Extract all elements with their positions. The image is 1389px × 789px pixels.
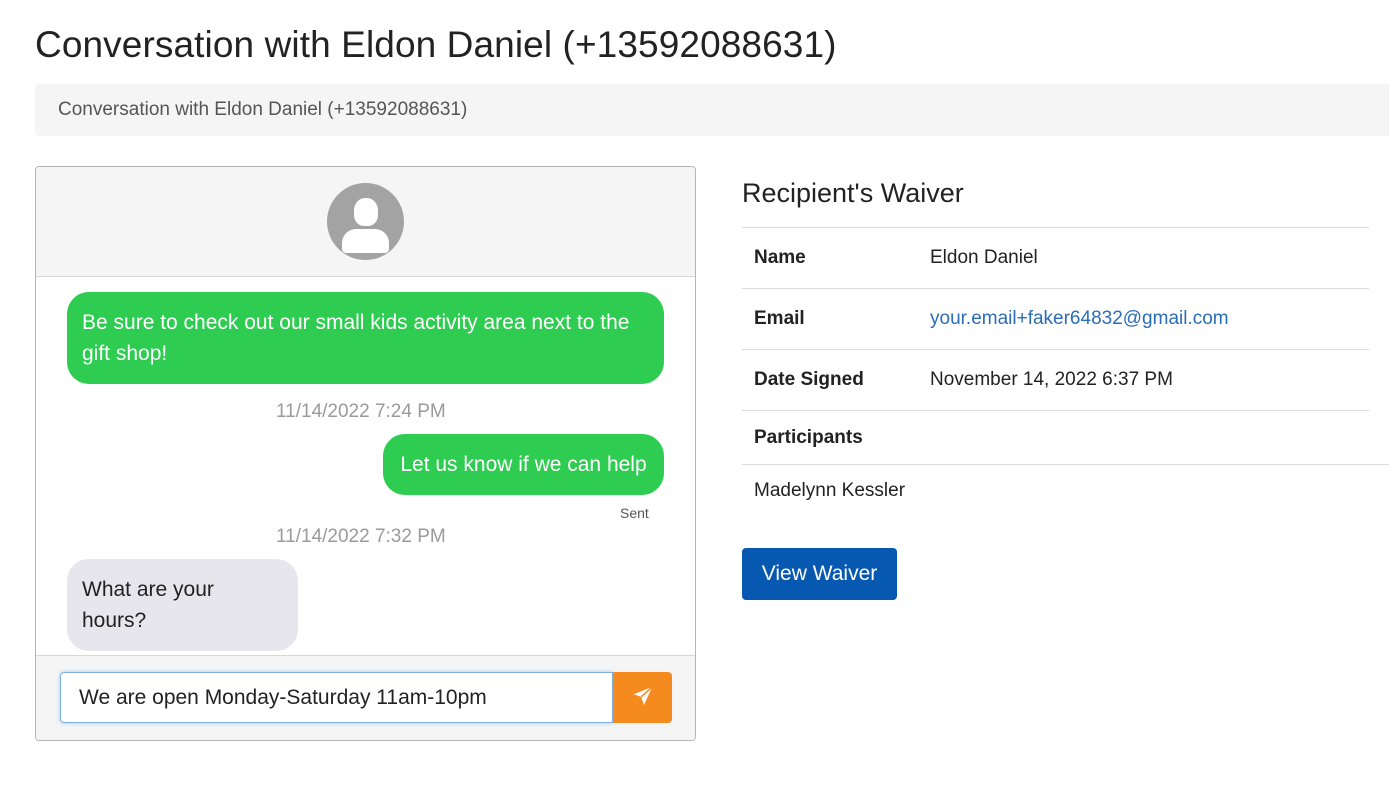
chat-panel: Be sure to check out our small kids acti…	[35, 166, 696, 741]
send-button[interactable]	[613, 672, 672, 723]
outgoing-message: Be sure to check out our small kids acti…	[67, 292, 664, 384]
message-list[interactable]: Be sure to check out our small kids acti…	[36, 277, 695, 657]
outgoing-message: Let us know if we can help	[383, 434, 664, 495]
paper-plane-icon	[632, 685, 654, 710]
view-waiver-button[interactable]: View Waiver	[742, 548, 897, 600]
waiver-row-email: Email your.email+faker64832@gmail.com	[742, 288, 1369, 350]
incoming-message: What are your hours?	[67, 559, 298, 651]
row-label: Date Signed	[742, 349, 918, 411]
row-value: November 14, 2022 6:37 PM	[918, 349, 1369, 411]
compose-bar	[36, 655, 695, 740]
waiver-row-participants: Participants	[742, 410, 1369, 464]
participants-label: Participants	[742, 410, 1369, 464]
message-input[interactable]	[60, 672, 613, 723]
sent-status: Sent	[620, 505, 649, 521]
waiver-details-table: Name Eldon Daniel Email your.email+faker…	[742, 227, 1369, 464]
breadcrumb-item: Conversation with Eldon Daniel (+1359208…	[58, 99, 468, 120]
message-timestamp: 11/14/2022 7:32 PM	[276, 526, 446, 547]
row-label: Email	[742, 288, 918, 350]
divider	[742, 464, 1389, 465]
row-value: your.email+faker64832@gmail.com	[918, 288, 1369, 350]
participant-name: Madelynn Kessler	[754, 480, 906, 501]
page-title: Conversation with Eldon Daniel (+1359208…	[35, 24, 837, 65]
user-avatar-icon	[327, 183, 404, 260]
row-label: Name	[742, 227, 918, 289]
chat-header	[36, 167, 695, 277]
waiver-row-name: Name Eldon Daniel	[742, 227, 1369, 289]
waiver-title: Recipient's Waiver	[742, 178, 964, 208]
message-timestamp: 11/14/2022 7:24 PM	[276, 401, 446, 422]
email-link[interactable]: your.email+faker64832@gmail.com	[930, 308, 1229, 329]
breadcrumb: Conversation with Eldon Daniel (+1359208…	[35, 84, 1389, 136]
waiver-row-date-signed: Date Signed November 14, 2022 6:37 PM	[742, 349, 1369, 411]
row-value: Eldon Daniel	[918, 227, 1369, 289]
